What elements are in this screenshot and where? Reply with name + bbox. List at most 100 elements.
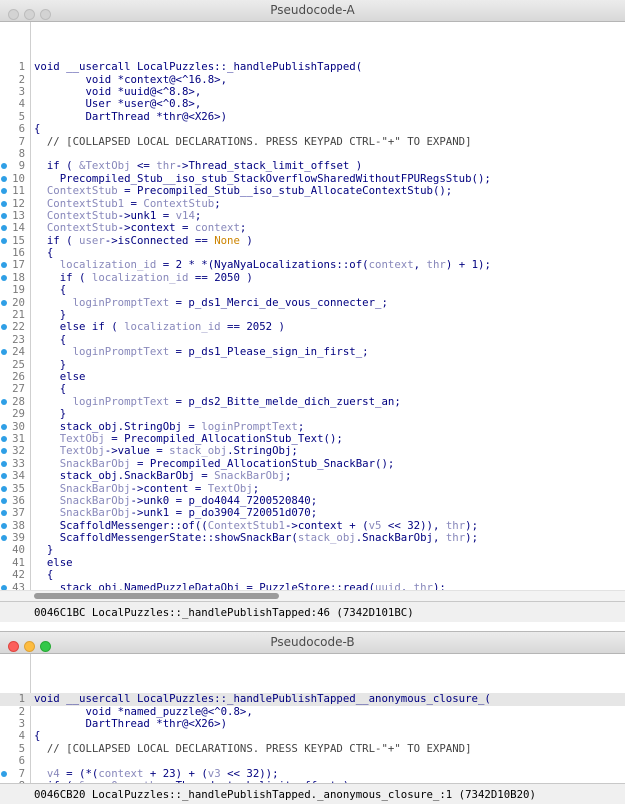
code-view-a[interactable]: 1 void __usercall LocalPuzzles::_handlePu…	[0, 22, 625, 592]
breakpoint-dot-icon[interactable]	[1, 200, 7, 207]
title-bar-b: Pseudocode-B	[0, 632, 625, 654]
breakpoint-dot-icon[interactable]	[1, 510, 7, 517]
code-token: // [COLLAPSED LOCAL DECLARATIONS. PRESS …	[34, 741, 472, 755]
breakpoint-dot-icon[interactable]	[1, 448, 7, 455]
line-number: 17	[12, 258, 25, 272]
horizontal-scrollbar[interactable]	[0, 590, 625, 601]
code-token: ->context + (	[284, 518, 369, 532]
code-token: LocalPuzzles::_handlePublishTapped__anon…	[136, 692, 491, 706]
code-line[interactable]: 25 }	[0, 358, 625, 371]
pseudocode-window-a: Pseudocode-A 1 void __usercall LocalPuzzl…	[0, 0, 625, 630]
status-text-a: 0046C1BC LocalPuzzles::_handlePublishTap…	[34, 606, 414, 619]
breakpoint-dot-icon[interactable]	[1, 535, 7, 542]
breakpoint-dot-icon[interactable]	[1, 497, 7, 504]
code-token: << 32));	[220, 766, 279, 780]
code-token: ContextStub	[143, 196, 215, 210]
line-number: 4	[18, 729, 25, 743]
code-line[interactable]: 39 ScaffoldMessengerState::showSnackBar(…	[0, 531, 625, 544]
code-line[interactable]: 20 loginPromptText = p_ds1_Merci_de_vous…	[0, 295, 625, 309]
code-text: if ( user->isConnected == None )	[34, 233, 253, 247]
line-number: 40	[12, 543, 25, 557]
code-token: localization_id	[91, 270, 189, 284]
code-token: ,	[413, 258, 427, 272]
breakpoint-dot-icon[interactable]	[1, 460, 7, 467]
code-token: == 2050 )	[188, 270, 253, 284]
line-number: 14	[12, 221, 25, 235]
breakpoint-dot-icon[interactable]	[1, 237, 7, 244]
breakpoint-dot-icon[interactable]	[1, 299, 7, 306]
line-number: 1	[18, 692, 25, 706]
code-token: ;	[214, 196, 221, 210]
code-line[interactable]: 40 }	[0, 543, 625, 557]
code-token: }	[34, 407, 67, 421]
code-line[interactable]: 5 DartThread *thr@<X26>)	[0, 110, 625, 123]
code-line[interactable]: 22 else if ( localization_id == 2052 )	[0, 321, 625, 333]
breakpoint-dot-icon[interactable]	[1, 522, 7, 529]
code-token: loginPromptText	[34, 345, 170, 359]
code-line[interactable]: 26 else	[0, 370, 625, 383]
code-line[interactable]: 24 loginPromptText = p_ds1_Please_sign_i…	[0, 345, 625, 359]
breakpoint-dot-icon[interactable]	[1, 225, 7, 232]
code-line[interactable]: 5 // [COLLAPSED LOCAL DECLARATIONS. PRES…	[0, 741, 625, 755]
line-number: 37	[12, 506, 25, 520]
code-token: ->value =	[104, 444, 170, 458]
code-token: << 32)),	[381, 518, 446, 532]
breakpoint-dot-icon[interactable]	[1, 349, 7, 356]
code-token: context	[368, 258, 414, 272]
title-bar-a: Pseudocode-A	[0, 0, 625, 22]
code-token: localization_id	[124, 320, 221, 334]
breakpoint-dot-icon[interactable]	[1, 435, 7, 442]
line-number: 6	[18, 122, 25, 136]
code-token: TextObj	[34, 444, 105, 458]
breakpoint-dot-icon[interactable]	[1, 324, 7, 331]
line-number: 19	[12, 283, 25, 297]
code-token: loginPromptText	[34, 295, 170, 309]
code-token: {	[34, 382, 67, 396]
code-token: = Precompiled_Stub__iso_stub_AllocateCon…	[117, 184, 453, 198]
breakpoint-dot-icon[interactable]	[1, 212, 7, 219]
code-line[interactable]: 28 loginPromptText = p_ds2_Bitte_melde_d…	[0, 394, 625, 408]
code-line[interactable]: 3 DartThread *thr@<X26>)	[0, 717, 625, 730]
breakpoint-dot-icon[interactable]	[1, 473, 7, 480]
scrollbar-thumb[interactable]	[34, 593, 279, 599]
line-number: 42	[12, 568, 25, 582]
code-token: SnackBarObj	[34, 456, 131, 470]
breakpoint-dot-icon[interactable]	[1, 423, 7, 430]
code-token: = p_ds1_Merci_de_vous_connecter_;	[169, 295, 388, 309]
breakpoint-dot-icon[interactable]	[1, 188, 7, 195]
code-token: ;	[297, 419, 305, 433]
code-token: ;	[194, 208, 202, 222]
code-token: &TextObj	[79, 159, 131, 173]
code-line[interactable]: 7 // [COLLAPSED LOCAL DECLARATIONS. PRES…	[0, 135, 625, 148]
code-token: Precompiled_Stub__iso_stub_StackOverflow…	[34, 171, 491, 185]
code-token: = p_ds2_Bitte_melde_dich_zuerst_an;	[169, 394, 401, 408]
code-line[interactable]: 15 if ( user->isConnected == None )	[0, 233, 625, 247]
window-title-b: Pseudocode-B	[270, 635, 355, 649]
breakpoint-dot-icon[interactable]	[1, 262, 7, 269]
code-text: // [COLLAPSED LOCAL DECLARATIONS. PRESS …	[34, 135, 472, 148]
code-view-b[interactable]: 1 void __usercall LocalPuzzles::_handlePu…	[0, 654, 625, 785]
code-line[interactable]: 41 else	[0, 556, 625, 569]
code-token: if (	[34, 233, 80, 247]
code-token: = Precompiled_AllocationStub_Text();	[104, 431, 343, 445]
code-token: v14	[175, 208, 195, 222]
code-token: context	[194, 221, 240, 235]
breakpoint-dot-icon[interactable]	[1, 398, 7, 405]
line-number: 34	[12, 469, 25, 483]
breakpoint-dot-icon[interactable]	[1, 485, 7, 492]
status-text-b: 0046CB20 LocalPuzzles::_handlePublishTap…	[34, 788, 536, 801]
breakpoint-dot-icon[interactable]	[1, 175, 7, 182]
line-number: 32	[12, 444, 25, 458]
code-line[interactable]: 18 if ( localization_id == 2050 )	[0, 270, 625, 284]
code-text: // [COLLAPSED LOCAL DECLARATIONS. PRESS …	[34, 741, 472, 755]
code-token: user	[79, 233, 105, 247]
breakpoint-dot-icon[interactable]	[1, 274, 7, 281]
code-token: ->unk1 = p_do3904_720051d070;	[130, 506, 318, 520]
breakpoint-dot-icon[interactable]	[1, 770, 7, 777]
pseudocode-window-b: Pseudocode-B 1 void __usercall LocalPuzzl…	[0, 631, 625, 805]
code-token: .StringObj;	[227, 444, 298, 458]
code-token: User *user@<^0.8>,	[34, 97, 202, 111]
code-token: ->Thread_stack_limit_offset )	[175, 159, 363, 173]
code-token: v4	[34, 766, 60, 780]
breakpoint-dot-icon[interactable]	[1, 163, 7, 170]
